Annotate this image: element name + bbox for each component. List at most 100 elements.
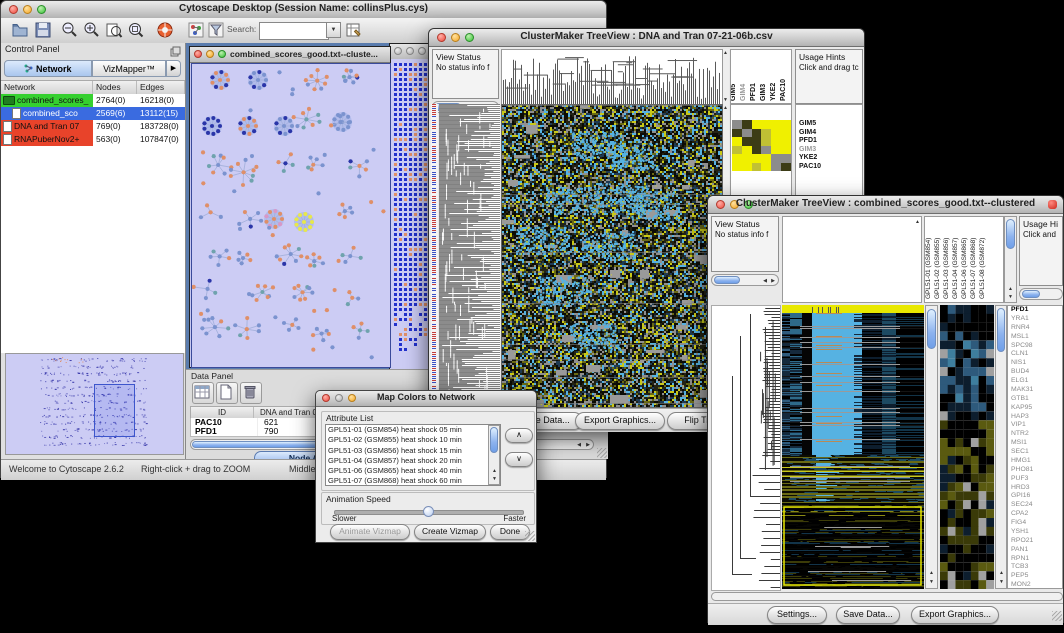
row-label[interactable]: MON2: [1011, 581, 1033, 589]
row-label[interactable]: GIM5: [799, 120, 821, 129]
zoom-row-labels[interactable]: GIM5GIM4PFD1GIM3YKE2PAC10: [799, 120, 821, 171]
create-vizmap-button[interactable]: Create Vizmap: [414, 524, 486, 540]
save-icon[interactable]: [34, 21, 52, 39]
zoom-heatmap[interactable]: [940, 305, 994, 589]
column-label[interactable]: GIM4: [739, 84, 748, 101]
row-label[interactable]: MSI1: [1011, 439, 1033, 448]
done-button[interactable]: Done: [490, 524, 530, 540]
scroll-up-icon[interactable]: ▲: [999, 570, 1004, 576]
heatmap-cell[interactable]: [752, 120, 762, 129]
zoom-fit-icon[interactable]: [105, 21, 123, 39]
scroll-right-icon[interactable]: ▶: [586, 442, 590, 448]
animation-speed-slider[interactable]: [334, 510, 524, 515]
column-label[interactable]: GPL51-02 (GSM855): [933, 238, 942, 299]
heatmap-cell[interactable]: [771, 163, 781, 172]
heatmap-cell[interactable]: [781, 163, 791, 172]
attribute-item[interactable]: GPL51-07 (GSM868) heat shock 60 min: [326, 476, 500, 486]
network-overview-icon[interactable]: [187, 21, 205, 39]
heatmap-cell[interactable]: [732, 137, 742, 146]
scroll-up-icon[interactable]: ▲: [492, 468, 497, 474]
heatmap-cell[interactable]: [761, 146, 771, 155]
search-dropdown-button[interactable]: ▼: [326, 22, 341, 38]
settings-button[interactable]: Settings...: [767, 606, 827, 624]
view-status-scrollbar[interactable]: ◀ ▶: [711, 274, 779, 286]
column-scroll-strip[interactable]: ▲ ▼: [723, 49, 729, 104]
column-label[interactable]: GPL51-06 (GSM865): [960, 238, 969, 299]
new-attribute-icon[interactable]: [216, 382, 238, 404]
row-label[interactable]: HMG1: [1011, 457, 1033, 466]
global-pixel-strip[interactable]: [431, 104, 438, 406]
scroll-down-icon[interactable]: ▼: [492, 476, 497, 482]
heatmap-cell[interactable]: [771, 154, 781, 163]
row-dendrogram[interactable]: [439, 104, 500, 406]
heatmap-cell[interactable]: [761, 137, 771, 146]
attribute-item[interactable]: GPL51-06 (GSM865) heat shock 40 min: [326, 466, 500, 476]
row-label[interactable]: PAN1: [1011, 546, 1033, 555]
filter-funnel-icon[interactable]: [207, 21, 225, 39]
row-label[interactable]: FIG4: [1011, 519, 1033, 528]
row-label[interactable]: YSH1: [1011, 528, 1033, 537]
attribute-item[interactable]: GPL51-03 (GSM856) heat shock 15 min: [326, 446, 500, 456]
heatmap-cell[interactable]: [752, 163, 762, 172]
attribute-table-icon[interactable]: [345, 21, 363, 39]
network-list-row[interactable]: combined_sco2569(6)13112(15): [1, 107, 185, 120]
column-label[interactable]: GPL51-01 (GSM854): [924, 238, 933, 299]
animate-vizmap-button[interactable]: Animate Vizmap: [330, 524, 410, 540]
scroll-down-icon[interactable]: ▼: [929, 579, 934, 585]
row-label[interactable]: NIS1: [1011, 359, 1033, 368]
heatmap-cell[interactable]: [732, 120, 742, 129]
row-label[interactable]: PEP5: [1011, 572, 1033, 581]
export-graphics-button[interactable]: Export Graphics...: [575, 412, 665, 430]
tab-overflow-button[interactable]: ▶: [166, 60, 181, 77]
network-list-row[interactable]: combined_scores_2764(0)16218(0): [1, 94, 185, 107]
heatmap-cell[interactable]: [742, 163, 752, 172]
attribute-item[interactable]: GPL51-04 (GSM857) heat shock 20 min: [326, 456, 500, 466]
row-label[interactable]: PFD1: [1011, 306, 1033, 315]
scroll-up-icon[interactable]: ▲: [929, 570, 934, 576]
zoom-row-labels[interactable]: PFD1YRA1RNR4MSL1SPC98CLN1NIS1BUD4ELG1MAK…: [1011, 306, 1033, 589]
trash-icon[interactable]: [240, 382, 262, 404]
move-up-button[interactable]: ∧: [505, 428, 533, 443]
close-icon[interactable]: [394, 47, 402, 55]
column-label[interactable]: GPL51-07 (GSM868): [969, 238, 978, 299]
column-label[interactable]: GIM3: [759, 84, 768, 101]
row-label[interactable]: RPN1: [1011, 555, 1033, 564]
zoom-selected-icon[interactable]: [127, 21, 145, 39]
attribute-item[interactable]: GPL51-01 (GSM854) heat shock 05 min: [326, 425, 500, 435]
heatmap-cell[interactable]: [781, 129, 791, 138]
row-label[interactable]: GPI16: [1011, 492, 1033, 501]
heatmap-cell[interactable]: [742, 120, 752, 129]
row-label[interactable]: HRD3: [1011, 484, 1033, 493]
slider-thumb[interactable]: [423, 506, 434, 517]
column-label[interactable]: PFD1: [749, 83, 758, 101]
scroll-left-icon[interactable]: ◀: [577, 442, 581, 448]
move-down-button[interactable]: ∨: [505, 452, 533, 467]
heatmap-cell[interactable]: [771, 146, 781, 155]
zoom-in-icon[interactable]: [83, 21, 101, 39]
heatmap-cell[interactable]: [781, 146, 791, 155]
row-label[interactable]: CLN1: [1011, 350, 1033, 359]
row-label[interactable]: PAC10: [799, 163, 821, 172]
heatmap-cell[interactable]: [742, 154, 752, 163]
row-label[interactable]: GIM3: [799, 146, 821, 155]
cytoscape-titlebar[interactable]: Cytoscape Desktop (Session Name: collins…: [1, 1, 606, 19]
help-lifering-icon[interactable]: [156, 21, 174, 39]
row-label[interactable]: YKE2: [799, 154, 821, 163]
save-data-button[interactable]: Save Data...: [836, 606, 900, 624]
scroll-up-icon[interactable]: ▲: [915, 219, 920, 225]
column-label[interactable]: GPL51-08 (GSM872): [978, 238, 987, 299]
row-label[interactable]: CPA2: [1011, 510, 1033, 519]
row-dendrogram[interactable]: [711, 305, 781, 591]
row-label[interactable]: MAK31: [1011, 386, 1033, 395]
row-label[interactable]: GTB1: [1011, 395, 1033, 404]
column-label[interactable]: GIM5: [730, 84, 738, 101]
heatmap-cell[interactable]: [732, 129, 742, 138]
resize-grip[interactable]: [525, 531, 535, 541]
minimize-icon[interactable]: [206, 50, 214, 58]
row-labels-scrollbar[interactable]: ▲ ▼: [995, 305, 1007, 589]
column-labels-scrollbar[interactable]: ▲ ▼: [1004, 216, 1017, 303]
row-label[interactable]: VIP1: [1011, 421, 1033, 430]
heatmap-cell[interactable]: [752, 154, 762, 163]
zoom-heatmap[interactable]: [732, 120, 791, 171]
row-label[interactable]: HAP3: [1011, 413, 1033, 422]
